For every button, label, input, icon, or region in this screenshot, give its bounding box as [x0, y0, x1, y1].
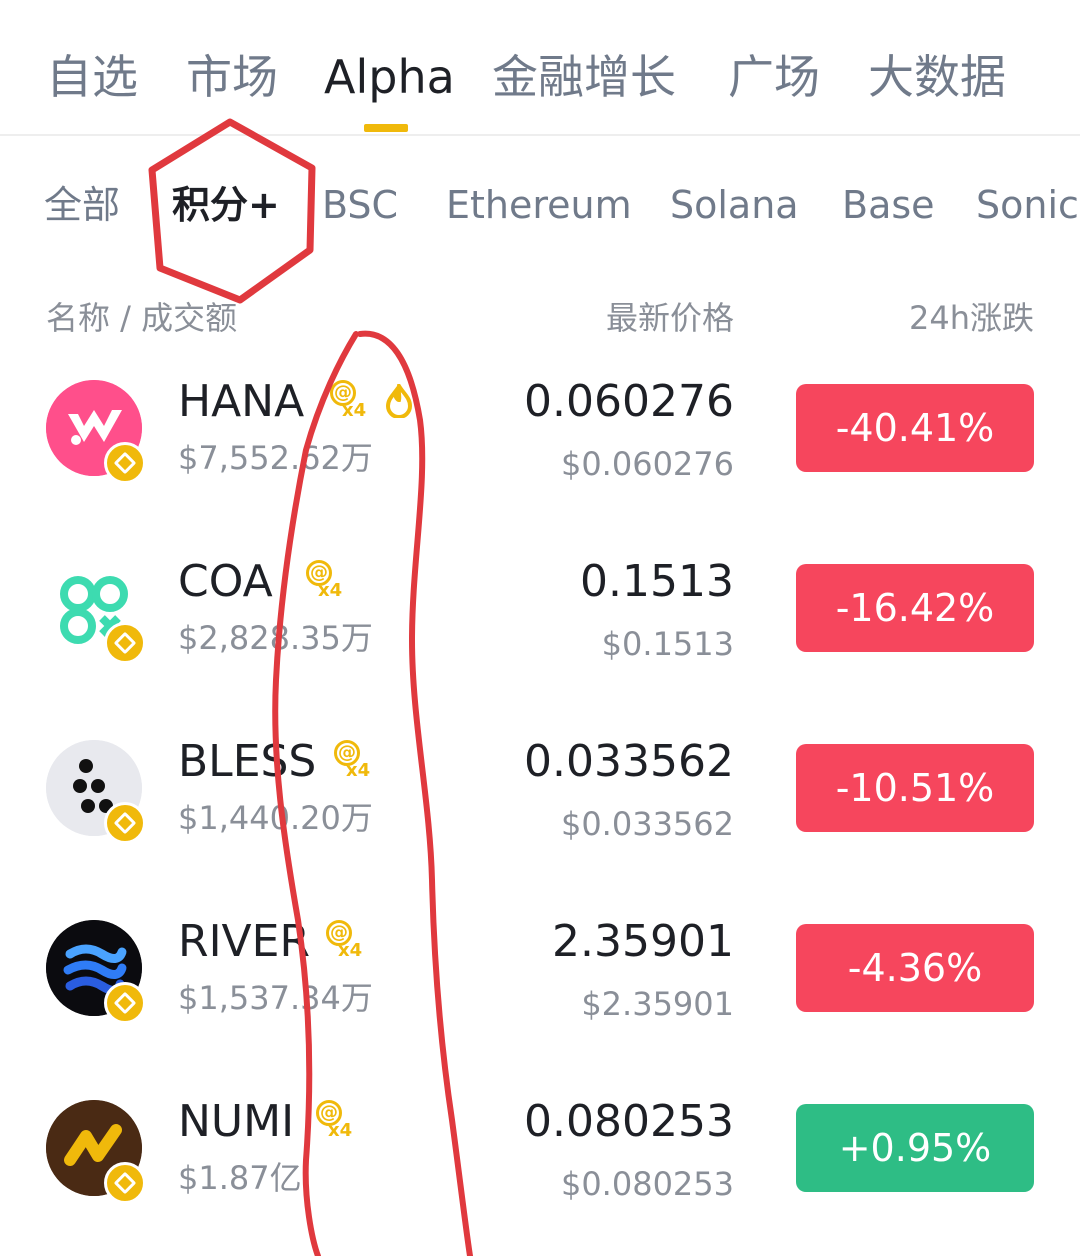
chain-tab-sonic[interactable]: Sonic [976, 180, 1079, 230]
token-row-bless[interactable]: BLESS @ x4 $1,440.20万 0.033562 $0.033562… [0, 720, 1080, 900]
flame-icon [386, 384, 412, 418]
token-price: 0.033562 [524, 736, 734, 787]
points-badge-icon: @ x4 [306, 560, 348, 604]
token-row-numi[interactable]: NUMI @ x4 $1.87亿 0.080253 $0.080253 +0.9… [0, 1080, 1080, 1260]
token-row-river[interactable]: RIVER @ x4 $1,537.34万 2.35901 $2.35901 -… [0, 900, 1080, 1080]
token-volume: $1,440.20万 [178, 799, 373, 837]
change-badge[interactable]: -4.36% [796, 924, 1034, 1012]
points-badge-icon: @ x4 [326, 920, 368, 964]
tab-watchlist[interactable]: 自选 [46, 48, 138, 106]
bnb-chain-badge-icon [104, 622, 146, 664]
bnb-chain-badge-icon [104, 982, 146, 1024]
tab-alpha[interactable]: Alpha [324, 48, 455, 106]
points-badge-icon: @ x4 [334, 740, 376, 784]
token-row-coa[interactable]: COA @ x4 $2,828.35万 0.1513 $0.1513 -16.4… [0, 540, 1080, 720]
chain-tab-ethereum[interactable]: Ethereum [446, 180, 632, 230]
chain-tab-points[interactable]: 积分+ [172, 180, 280, 230]
token-price: 0.080253 [524, 1096, 734, 1147]
tab-square[interactable]: 广场 [728, 48, 820, 106]
token-fiat-price: $0.080253 [560, 1165, 734, 1203]
column-header-price[interactable]: 最新价格 [606, 298, 734, 338]
token-price: 0.060276 [524, 376, 734, 427]
tab-market[interactable]: 市场 [186, 48, 278, 106]
points-badge-icon: @ x4 [330, 380, 372, 424]
chain-tab-base[interactable]: Base [842, 180, 935, 230]
token-fiat-price: $0.1513 [601, 625, 734, 663]
token-symbol: COA [178, 556, 273, 607]
token-symbol: BLESS [178, 736, 317, 787]
column-header-change[interactable]: 24h涨跌 [909, 298, 1034, 338]
top-tab-bar: 自选 市场 Alpha 金融增长 广场 大数据 [0, 0, 1080, 136]
bnb-chain-badge-icon [104, 1162, 146, 1204]
token-volume: $1.87亿 [178, 1159, 302, 1197]
change-badge[interactable]: +0.95% [796, 1104, 1034, 1192]
token-price: 0.1513 [580, 556, 734, 607]
tab-big-data[interactable]: 大数据 [868, 48, 1006, 106]
active-tab-indicator [364, 124, 408, 132]
token-volume: $7,552.62万 [178, 439, 373, 477]
token-fiat-price: $0.033562 [560, 805, 734, 843]
change-badge[interactable]: -40.41% [796, 384, 1034, 472]
change-badge[interactable]: -16.42% [796, 564, 1034, 652]
token-symbol: NUMI [178, 1096, 295, 1147]
token-price: 2.35901 [552, 916, 734, 967]
token-row-hana[interactable]: HANA @ x4 $7,552.62万 0.060276 $0.060276 … [0, 360, 1080, 540]
points-badge-icon: @ x4 [316, 1100, 358, 1144]
change-badge[interactable]: -10.51% [796, 744, 1034, 832]
chain-tab-all[interactable]: 全部 [44, 180, 120, 230]
bnb-chain-badge-icon [104, 802, 146, 844]
chain-tab-solana[interactable]: Solana [670, 180, 799, 230]
column-header-name[interactable]: 名称 / 成交额 [46, 298, 237, 338]
chain-tab-bsc[interactable]: BSC [322, 180, 398, 230]
token-volume: $2,828.35万 [178, 619, 373, 657]
token-symbol: RIVER [178, 916, 311, 967]
tab-finance-growth[interactable]: 金融增长 [492, 48, 676, 106]
bnb-chain-badge-icon [104, 442, 146, 484]
token-fiat-price: $2.35901 [581, 985, 734, 1023]
token-symbol: HANA [178, 376, 305, 427]
token-volume: $1,537.34万 [178, 979, 373, 1017]
token-fiat-price: $0.060276 [560, 445, 734, 483]
